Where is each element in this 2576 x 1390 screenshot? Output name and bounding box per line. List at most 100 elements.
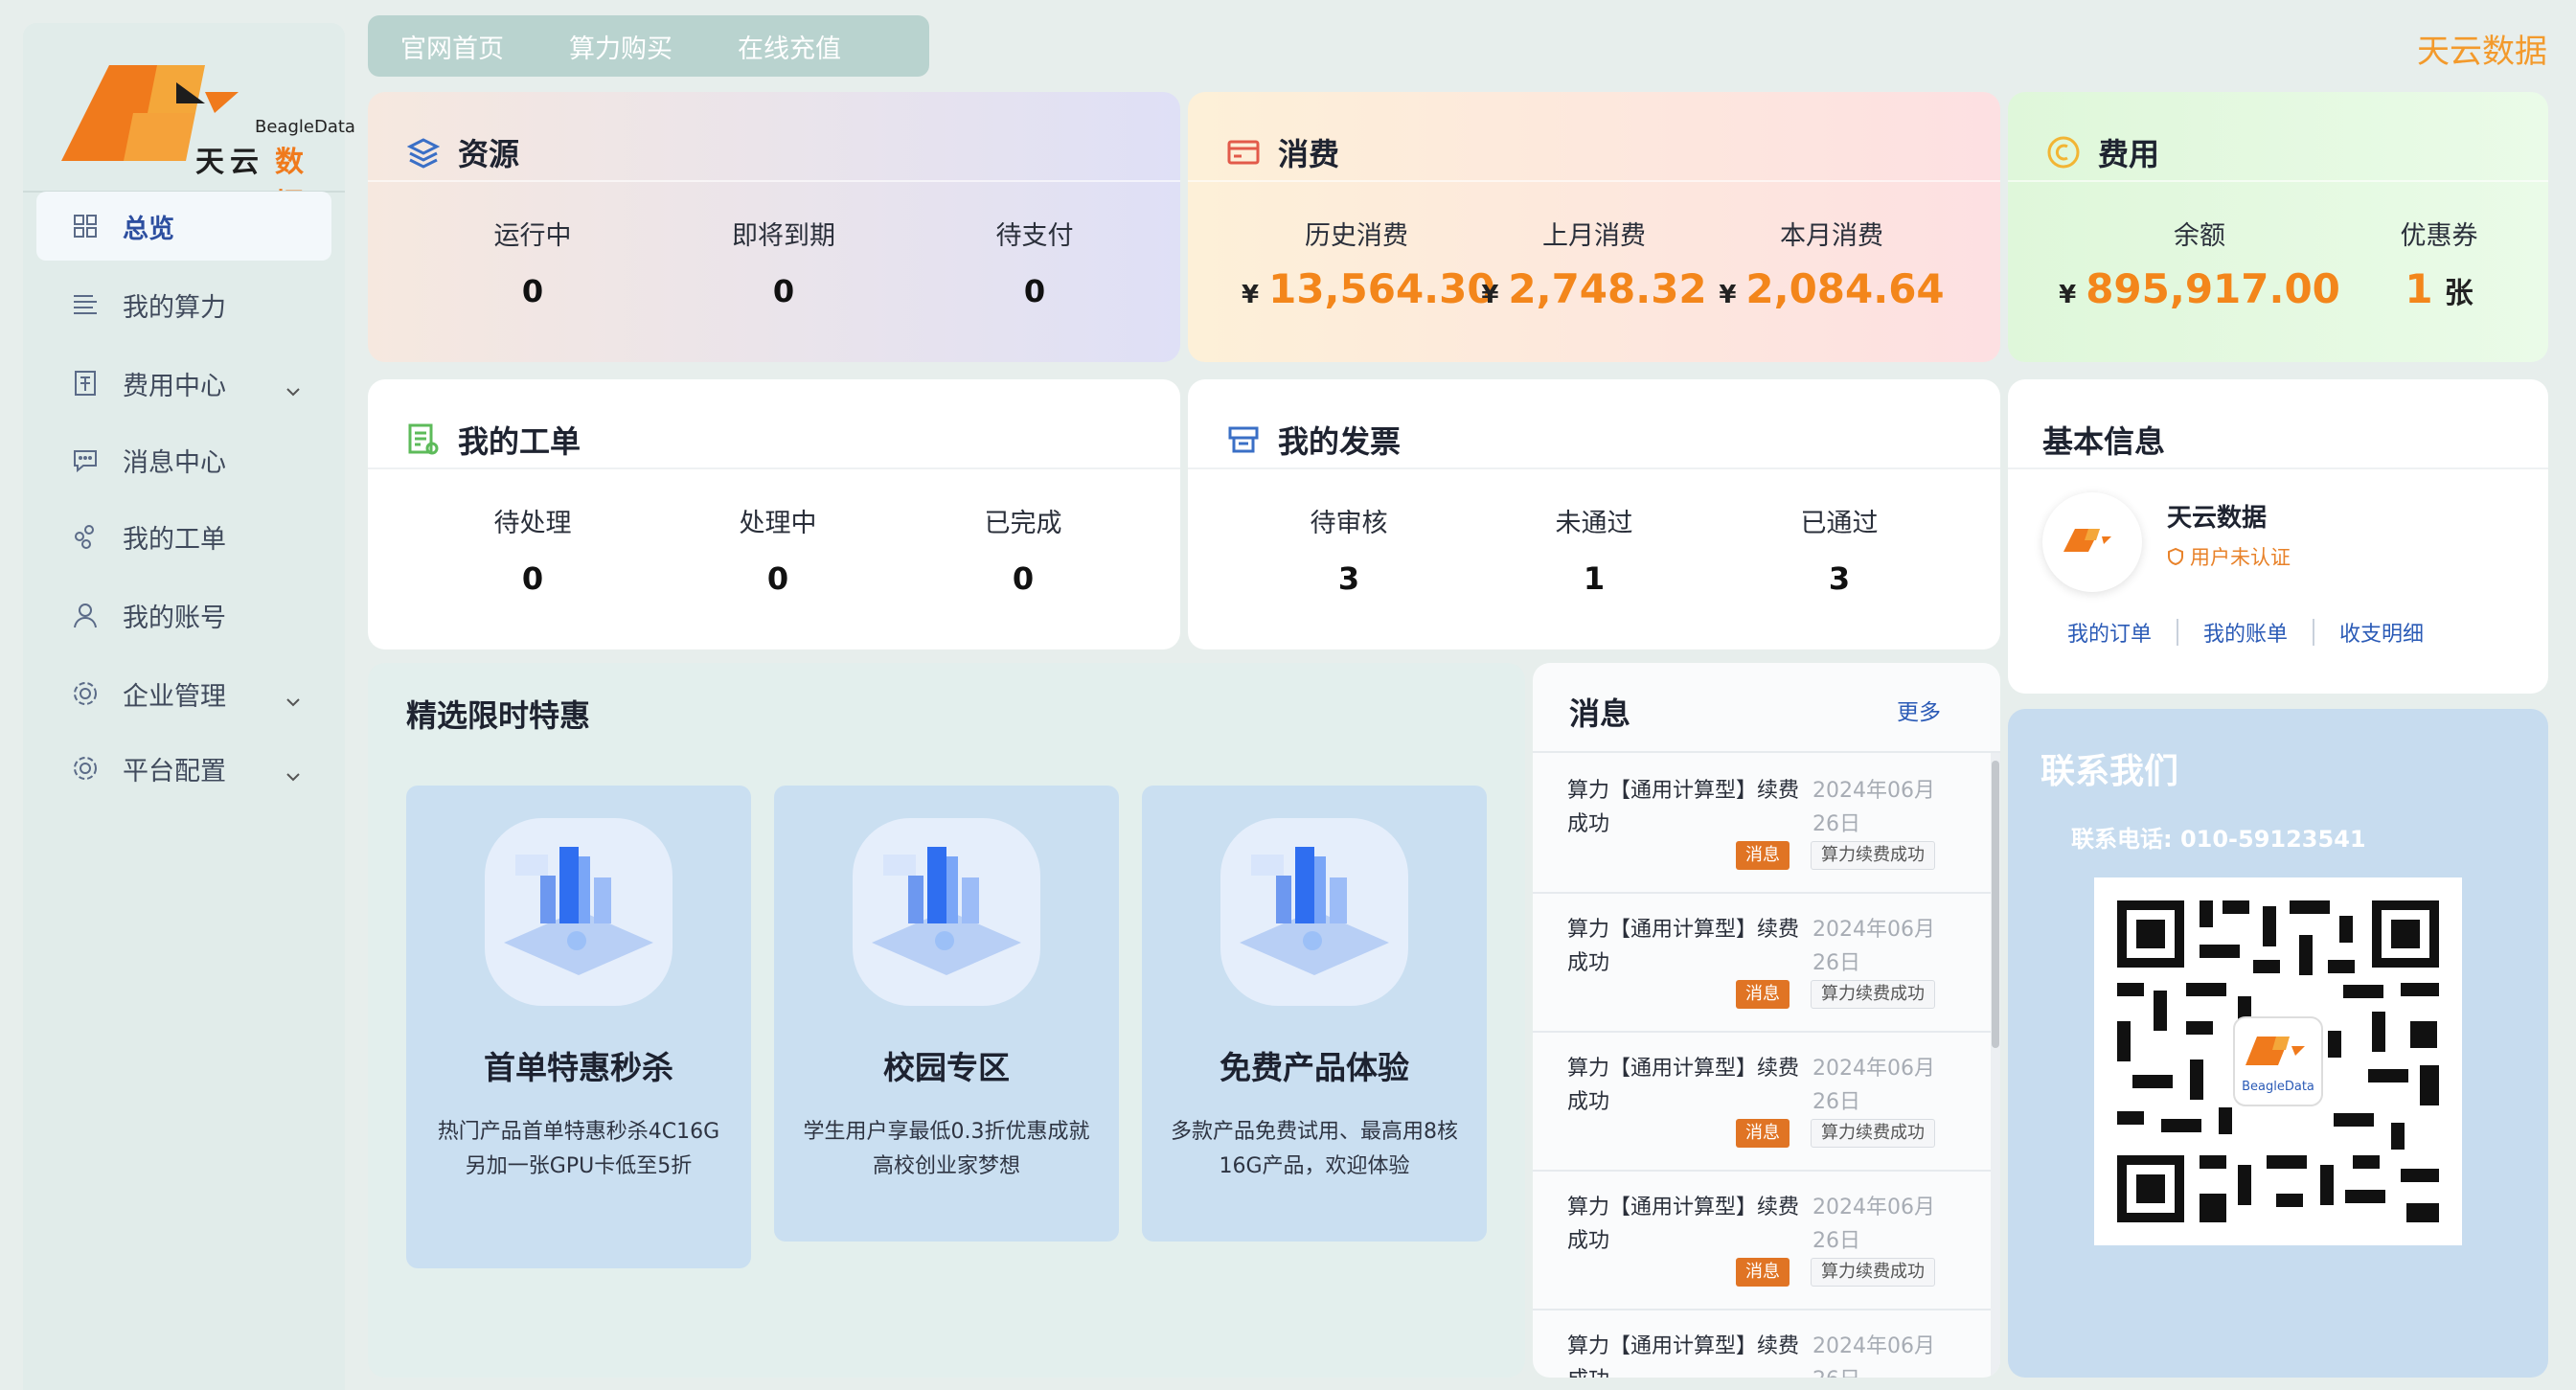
invoices-title: 我的发票	[1278, 423, 1402, 460]
stat-value: 0	[1012, 560, 1035, 597]
tab-buy-compute[interactable]: 算力购买	[536, 15, 705, 77]
coupon-unit: 张	[2444, 277, 2473, 310]
chevron-down-icon	[285, 759, 301, 788]
promo-card-first-order[interactable]: 首单特惠秒杀 热门产品首单特惠秒杀4C16G另加一张GPU卡低至5折	[406, 786, 751, 1268]
avatar[interactable]	[2042, 492, 2142, 592]
promo-desc: 多款产品免费试用、最高用8核16G产品，欢迎体验	[1171, 1120, 1458, 1178]
stat-this-month-spend[interactable]: 本月消费 ¥2,084.64	[1717, 215, 1947, 312]
currency-symbol: ¥	[1242, 281, 1260, 309]
tab-recharge[interactable]: 在线充值	[705, 15, 874, 77]
stat-label: 待支付	[995, 221, 1074, 251]
server-stack-icon	[69, 288, 102, 321]
card-divider	[1188, 467, 2000, 469]
list-item[interactable]: 算力【通用计算型】续费成功 2024年06月26日 消息 算力续费成功	[1533, 1309, 1991, 1378]
fees-title: 费用	[2098, 136, 2160, 172]
sidebar-item-platform[interactable]: 平台配置	[36, 734, 331, 803]
message-tag: 消息	[1736, 841, 1790, 870]
sidebar-item-compute[interactable]: 我的算力	[36, 270, 331, 339]
message-tag: 消息	[1736, 980, 1790, 1009]
stat-ticket-pending[interactable]: 待处理 0	[427, 502, 638, 597]
qr-logo-text: BeagleData	[2242, 1080, 2314, 1094]
promo-title: 免费产品体验	[1220, 1049, 1409, 1086]
coin-icon	[2044, 133, 2083, 171]
list-item[interactable]: 算力【通用计算型】续费成功 2024年06月26日 消息 算力续费成功	[1533, 892, 1991, 1033]
list-item[interactable]: 算力【通用计算型】续费成功 2024年06月26日 消息 算力续费成功	[1533, 1031, 1991, 1172]
message-date: 2024年06月26日	[1812, 1334, 1935, 1378]
promo-card-free-trial[interactable]: 免费产品体验 多款产品免费试用、最高用8核16G产品，欢迎体验	[1142, 786, 1487, 1242]
resources-card: 资源 运行中 0 即将到期 0 待支付 0	[368, 92, 1180, 362]
message-title: 算力【通用计算型】续费成功	[1567, 1334, 1800, 1378]
sidebar-item-label: 平台配置	[123, 756, 226, 786]
stat-invoice-rejected[interactable]: 未通过 1	[1489, 502, 1699, 597]
messages-more-link[interactable]: 更多	[1897, 694, 1941, 726]
currency-symbol: ¥	[1719, 281, 1737, 309]
tab-home[interactable]: 官网首页	[368, 15, 536, 77]
link-my-bills[interactable]: 我的账单	[2203, 617, 2288, 648]
server-illustration-icon	[853, 818, 1040, 1006]
server-illustration-icon	[485, 818, 672, 1006]
promos-panel: 精选限时特惠 首单特惠秒杀 热门产品首单特惠秒杀4C16G另加一张GPU卡低至5…	[368, 663, 1525, 1378]
sidebar-item-account[interactable]: 我的账号	[36, 581, 331, 649]
contact-title: 联系我们	[2040, 752, 2179, 791]
promo-title: 首单特惠秒杀	[484, 1049, 673, 1086]
list-item[interactable]: 算力【通用计算型】续费成功 2024年06月26日 消息 算力续费成功	[1533, 1170, 1991, 1310]
gear-icon	[69, 752, 102, 785]
card-divider	[1188, 180, 2000, 182]
list-item[interactable]: 算力【通用计算型】续费成功 2024年06月26日 消息 算力续费成功	[1533, 753, 1991, 894]
scrollbar-thumb[interactable]	[1992, 761, 1999, 1048]
sidebar-item-billing[interactable]: 费用中心	[36, 349, 331, 418]
stat-label: 已通过	[1800, 509, 1879, 538]
brand-corner-text: 天云数据	[2417, 33, 2547, 71]
promo-card-campus[interactable]: 校园专区 学生用户享最低0.3折优惠成就高校创业家梦想	[774, 786, 1119, 1242]
stat-invoice-approved[interactable]: 已通过 3	[1734, 502, 1945, 597]
message-type: 算力续费成功	[1811, 1119, 1935, 1148]
message-tag: 消息	[1736, 1258, 1790, 1287]
stat-running[interactable]: 运行中 0	[427, 215, 638, 309]
consumption-title: 消费	[1278, 136, 1340, 172]
stat-label: 已完成	[984, 509, 1062, 538]
sidebar: BeagleData 天云 数据 总览 我的算力 费用中心 消息中心 我的工单	[23, 23, 355, 1390]
stat-balance[interactable]: 余额 ¥895,917.00	[2056, 215, 2343, 312]
basic-info-card: 基本信息 天云数据 用户未认证 我的订单 我的账单 收支明细	[2008, 379, 2548, 694]
stat-ticket-done[interactable]: 已完成 0	[918, 502, 1128, 597]
stat-label: 处理中	[739, 509, 817, 538]
user-name: 天云数据	[2167, 504, 2268, 533]
stat-value: 0	[521, 273, 544, 309]
stat-pending-payment[interactable]: 待支付 0	[929, 215, 1140, 309]
sidebar-item-messages[interactable]: 消息中心	[36, 425, 331, 494]
currency-symbol: ¥	[2059, 281, 2077, 309]
stat-invoice-review[interactable]: 待审核 3	[1243, 502, 1454, 597]
promo-desc: 热门产品首单特惠秒杀4C16G另加一张GPU卡低至5折	[437, 1120, 720, 1178]
link-transactions[interactable]: 收支明细	[2339, 617, 2424, 648]
stat-coupons[interactable]: 优惠券 1张	[2362, 215, 2516, 312]
sidebar-item-label: 费用中心	[123, 371, 226, 401]
stat-label: 优惠券	[2400, 221, 2478, 251]
sidebar-item-tickets[interactable]: 我的工单	[36, 502, 331, 571]
stat-last-month-spend[interactable]: 上月消费 ¥2,748.32	[1479, 215, 1709, 312]
fees-card: 费用 余额 ¥895,917.00 优惠券 1张	[2008, 92, 2548, 362]
stat-expiring[interactable]: 即将到期 0	[678, 215, 889, 309]
card-divider	[368, 467, 1180, 469]
link-my-orders[interactable]: 我的订单	[2067, 617, 2152, 648]
qr-code: BeagleData	[2094, 877, 2462, 1245]
brand-logo[interactable]: BeagleData 天云 数据	[42, 36, 355, 221]
workflow-icon	[69, 520, 102, 553]
basic-info-title: 基本信息	[2042, 423, 2166, 460]
stat-label: 余额	[2174, 221, 2225, 251]
stat-value: 1	[1583, 560, 1606, 597]
message-type: 算力续费成功	[1811, 1258, 1935, 1287]
sidebar-item-overview[interactable]: 总览	[36, 192, 331, 261]
verify-status[interactable]: 用户未认证	[2167, 542, 2291, 571]
stat-ticket-processing[interactable]: 处理中 0	[672, 502, 883, 597]
message-scrollbar[interactable]	[1991, 753, 2000, 1378]
card-divider	[2008, 180, 2548, 182]
stat-history-spend[interactable]: 历史消费 ¥13,564.30	[1242, 215, 1495, 312]
sidebar-item-enterprise[interactable]: 企业管理	[36, 659, 331, 728]
message-title: 算力【通用计算型】续费成功	[1567, 779, 1800, 836]
logo-en-text: BeagleData	[255, 117, 355, 137]
tickets-title: 我的工单	[458, 423, 581, 460]
logo-cn-text: 天云	[195, 146, 264, 179]
link-divider	[2313, 619, 2315, 646]
stat-label: 运行中	[493, 221, 572, 251]
verify-status-text: 用户未认证	[2190, 546, 2291, 569]
